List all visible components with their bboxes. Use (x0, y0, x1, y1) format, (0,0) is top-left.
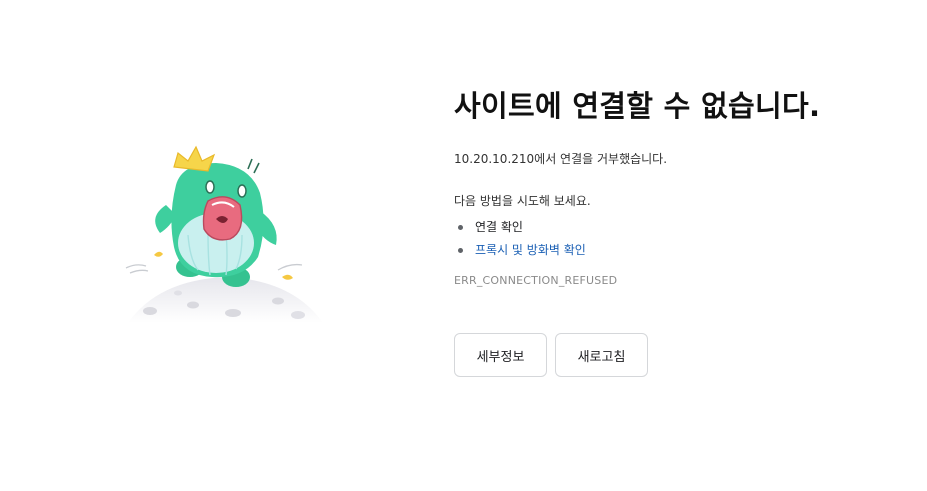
suggestions-list: 연결 확인 프록시 및 방화벽 확인 (454, 219, 914, 258)
list-item: 연결 확인 (454, 219, 914, 235)
reload-button[interactable]: 새로고침 (555, 333, 648, 377)
list-item: 프록시 및 방화벽 확인 (454, 242, 914, 258)
error-code: ERR_CONNECTION_REFUSED (454, 274, 618, 287)
suggestion-check-connection: 연결 확인 (475, 220, 523, 234)
button-row: 세부정보 새로고침 (454, 333, 648, 377)
error-content: 사이트에 연결할 수 없습니다. 10.20.10.210에서 연결을 거부했습… (454, 86, 914, 287)
details-button[interactable]: 세부정보 (454, 333, 547, 377)
suggestions-heading: 다음 방법을 시도해 보세요. (454, 194, 591, 208)
error-detail: 10.20.10.210에서 연결을 거부했습니다. (454, 152, 668, 166)
bullet-icon (458, 248, 463, 253)
screaming-mascot-with-crown-icon (118, 135, 333, 325)
error-page: 사이트에 연결할 수 없습니다. 10.20.10.210에서 연결을 거부했습… (0, 0, 927, 491)
bullet-icon (458, 225, 463, 230)
page-title: 사이트에 연결할 수 없습니다. (454, 89, 821, 123)
suggestion-check-proxy-firewall-link[interactable]: 프록시 및 방화벽 확인 (475, 243, 586, 257)
